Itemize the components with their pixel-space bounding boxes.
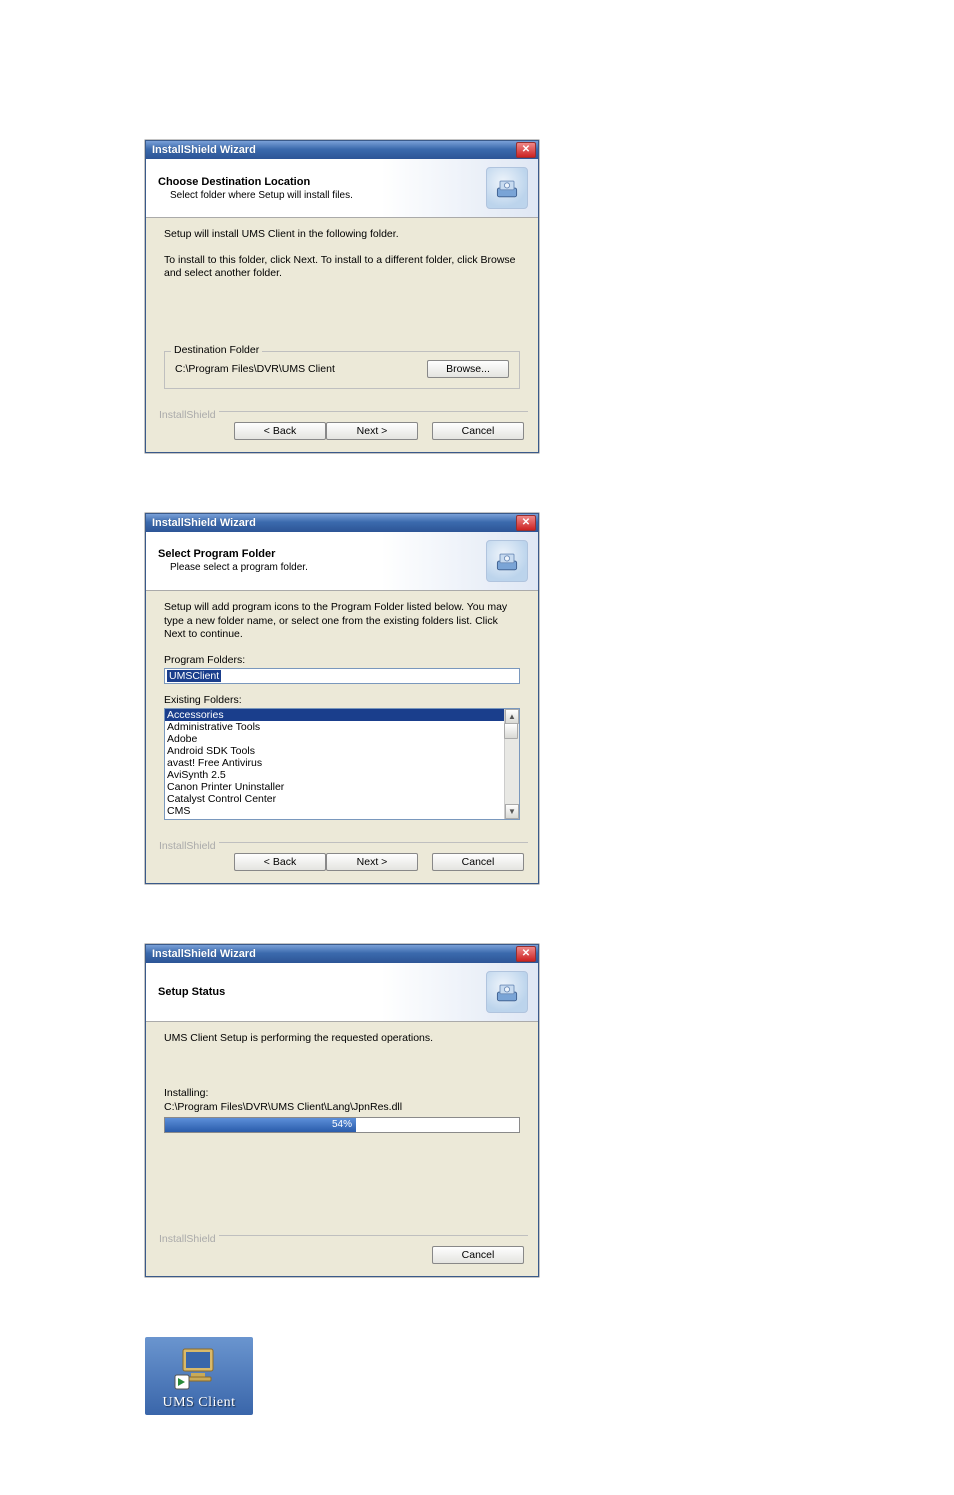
- scroll-down-icon[interactable]: ▼: [505, 804, 519, 819]
- body-text-2: To install to this folder, click Next. T…: [164, 254, 520, 281]
- titlebar[interactable]: InstallShield Wizard ✕: [146, 141, 538, 159]
- list-item[interactable]: avast! Free Antivirus: [165, 757, 519, 769]
- titlebar[interactable]: InstallShield Wizard ✕: [146, 945, 538, 963]
- header-title: Select Program Folder: [158, 548, 308, 560]
- wizard-setup-status-dialog: InstallShield Wizard ✕ Setup Status UMS …: [145, 944, 539, 1278]
- desktop-shortcut[interactable]: UMS Client: [145, 1337, 253, 1415]
- destination-folder-group: Destination Folder C:\Program Files\DVR\…: [164, 351, 520, 389]
- header-title: Choose Destination Location: [158, 176, 353, 188]
- next-button[interactable]: Next >: [326, 422, 418, 440]
- list-item[interactable]: Adobe: [165, 733, 519, 745]
- body-text-1: Setup will install UMS Client in the fol…: [164, 228, 520, 242]
- cancel-button[interactable]: Cancel: [432, 853, 524, 871]
- wizard-program-folder-dialog: InstallShield Wizard ✕ Select Program Fo…: [145, 513, 539, 884]
- titlebar-text: InstallShield Wizard: [152, 517, 256, 529]
- scroll-thumb[interactable]: [504, 723, 518, 739]
- existing-folders-list[interactable]: Accessories Administrative Tools Adobe A…: [164, 708, 520, 820]
- wizard-header: Select Program Folder Please select a pr…: [146, 532, 538, 591]
- scrollbar[interactable]: ▲ ▼: [504, 709, 519, 819]
- existing-folders-label: Existing Folders:: [164, 694, 520, 706]
- installing-label: Installing:: [164, 1087, 520, 1099]
- list-item[interactable]: Android SDK Tools: [165, 745, 519, 757]
- list-item[interactable]: AviSynth 2.5: [165, 769, 519, 781]
- destination-legend: Destination Folder: [171, 344, 262, 356]
- titlebar-text: InstallShield Wizard: [152, 948, 256, 960]
- back-button[interactable]: < Back: [234, 422, 326, 440]
- program-folder-input[interactable]: UMSClient: [164, 668, 520, 684]
- ums-client-icon: [173, 1345, 225, 1391]
- installer-icon: [486, 167, 528, 209]
- shortcut-label: UMS Client: [149, 1395, 249, 1411]
- list-item[interactable]: Administrative Tools: [165, 721, 519, 733]
- cancel-button[interactable]: Cancel: [432, 422, 524, 440]
- close-icon[interactable]: ✕: [516, 515, 536, 531]
- installer-icon: [486, 971, 528, 1013]
- wizard-header: Setup Status: [146, 963, 538, 1022]
- installing-path: C:\Program Files\DVR\UMS Client\Lang\Jpn…: [164, 1101, 520, 1113]
- progress-text: 54%: [165, 1118, 519, 1132]
- back-button[interactable]: < Back: [234, 853, 326, 871]
- list-item[interactable]: Accessories: [165, 709, 519, 721]
- close-icon[interactable]: ✕: [516, 142, 536, 158]
- wizard-destination-dialog: InstallShield Wizard ✕ Choose Destinatio…: [145, 140, 539, 453]
- header-subtitle: Please select a program folder.: [170, 562, 308, 573]
- installer-icon: [486, 540, 528, 582]
- status-text: UMS Client Setup is performing the reque…: [164, 1032, 520, 1046]
- close-icon[interactable]: ✕: [516, 946, 536, 962]
- progress-bar: 54%: [164, 1117, 520, 1133]
- list-item[interactable]: CMS: [165, 805, 519, 817]
- brand-label: InstallShield: [156, 409, 219, 421]
- list-item[interactable]: Canon Printer Uninstaller: [165, 781, 519, 793]
- titlebar[interactable]: InstallShield Wizard ✕: [146, 514, 538, 532]
- list-item[interactable]: Catalyst Control Center: [165, 793, 519, 805]
- program-folders-label: Program Folders:: [164, 654, 520, 666]
- cancel-button[interactable]: Cancel: [432, 1246, 524, 1264]
- brand-label: InstallShield: [156, 1233, 219, 1245]
- scroll-up-icon[interactable]: ▲: [505, 709, 519, 724]
- wizard-header: Choose Destination Location Select folde…: [146, 159, 538, 218]
- browse-button[interactable]: Browse...: [427, 360, 509, 378]
- header-title: Setup Status: [158, 986, 225, 998]
- brand-label: InstallShield: [156, 840, 219, 852]
- destination-path: C:\Program Files\DVR\UMS Client: [175, 363, 335, 375]
- body-text: Setup will add program icons to the Prog…: [164, 601, 520, 642]
- titlebar-text: InstallShield Wizard: [152, 144, 256, 156]
- header-subtitle: Select folder where Setup will install f…: [170, 190, 353, 201]
- next-button[interactable]: Next >: [326, 853, 418, 871]
